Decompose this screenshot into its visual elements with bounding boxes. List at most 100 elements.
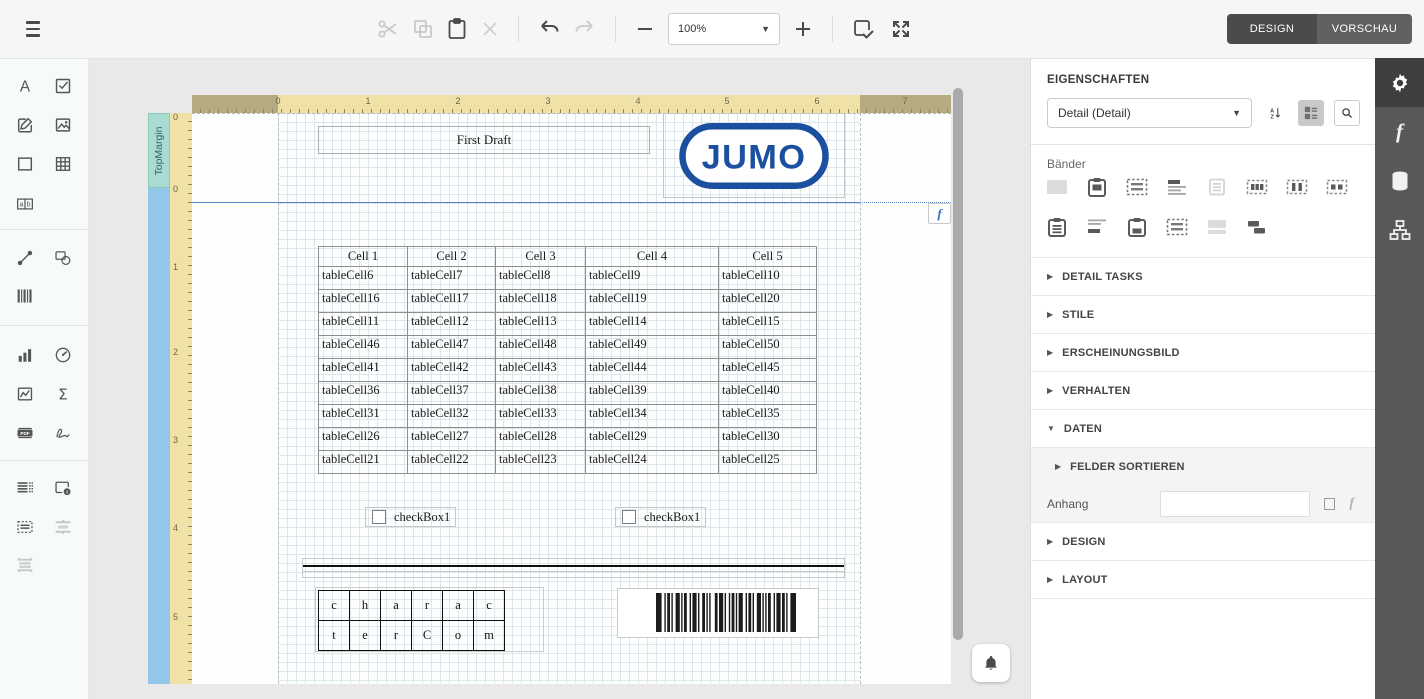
table-cell[interactable]: tableCell14 (586, 313, 719, 336)
checkbox-square-icon[interactable] (372, 510, 386, 524)
validate-report-button[interactable] (851, 17, 877, 41)
table-cell[interactable]: tableCell34 (586, 405, 719, 428)
table-cell[interactable]: tableCell25 (719, 451, 817, 474)
table-cell[interactable]: tableCell21 (319, 451, 408, 474)
band-button-empty[interactable] (1205, 216, 1229, 238)
table-cell[interactable]: tableCell13 (496, 313, 586, 336)
section-design[interactable]: ▶ DESIGN (1031, 522, 1376, 560)
table-cell[interactable]: tableCell24 (586, 451, 719, 474)
table-cell[interactable]: tableCell23 (496, 451, 586, 474)
band-button-column-footer[interactable] (1325, 176, 1349, 198)
table-cell[interactable]: tableCell49 (586, 336, 719, 359)
checkbox-element-1[interactable]: checkBox1 (365, 507, 456, 527)
table-cell[interactable]: tableCell28 (496, 428, 586, 451)
text-tool-button[interactable]: A (10, 73, 40, 99)
notifications-button[interactable] (972, 644, 1010, 682)
signature-tool-button[interactable] (48, 420, 78, 446)
band-button-footer[interactable] (1085, 216, 1109, 238)
section-detail-tasks[interactable]: ▶ DETAIL TASKS (1031, 257, 1376, 295)
functions-rail-button[interactable]: f (1375, 107, 1424, 156)
table-cell[interactable]: tableCell36 (319, 382, 408, 405)
anhang-checkbox-icon[interactable] (1324, 498, 1336, 510)
table-header-cell[interactable]: Cell 1 (319, 247, 408, 267)
section-layout[interactable]: ▶ LAYOUT (1031, 560, 1376, 599)
delete-button[interactable] (480, 19, 500, 39)
table-header-cell[interactable]: Cell 5 (719, 247, 817, 267)
band-button-report-summary[interactable] (1125, 216, 1149, 238)
top-margin-band-strip[interactable]: TopMargin (148, 113, 170, 188)
table-tool-button[interactable] (48, 151, 78, 177)
table-cell[interactable]: c (474, 591, 505, 621)
report-page[interactable]: First Draft JUMO f Cell 1Cell 2Cell 3Cel… (192, 113, 951, 684)
table-cell[interactable]: a (443, 591, 474, 621)
table-cell[interactable]: tableCell30 (719, 428, 817, 451)
character-comb-tool-button[interactable]: ab (10, 191, 40, 217)
band-button-report-title[interactable] (1045, 176, 1069, 198)
rectangle-tool-button[interactable] (10, 151, 40, 177)
logo-image-element[interactable]: JUMO (663, 113, 845, 198)
band-button-header[interactable] (1165, 176, 1189, 198)
band-separator-line[interactable] (192, 202, 860, 203)
table-cell[interactable]: tableCell7 (408, 267, 496, 290)
table-cell[interactable]: tableCell11 (319, 313, 408, 336)
character-comb-element[interactable]: characterCom (318, 590, 505, 651)
table-cell[interactable]: tableCell6 (319, 267, 408, 290)
table-header-cell[interactable]: Cell 4 (586, 247, 719, 267)
zoom-level-select[interactable]: 100% ▼ (668, 13, 780, 45)
table-cell[interactable]: m (474, 621, 505, 651)
table-cell[interactable]: o (443, 621, 474, 651)
table-cell[interactable]: tableCell31 (319, 405, 408, 428)
selected-element-dropdown[interactable]: Detail (Detail) ▼ (1047, 98, 1252, 128)
table-cell[interactable]: tableCell44 (586, 359, 719, 382)
canvas-vertical-scrollbar[interactable] (953, 88, 963, 640)
sparkline-tool-button[interactable] (10, 381, 40, 407)
category-view-button[interactable] (1298, 100, 1324, 126)
table-cell[interactable]: tableCell39 (586, 382, 719, 405)
richtext-tool-button[interactable] (10, 112, 40, 138)
table-cell[interactable]: tableCell27 (408, 428, 496, 451)
table-cell[interactable]: tableCell10 (719, 267, 817, 290)
table-cell[interactable]: tableCell12 (408, 313, 496, 336)
report-table-element[interactable]: Cell 1Cell 2Cell 3Cell 4Cell 5tableCell6… (318, 246, 817, 474)
zoom-out-button[interactable] (634, 18, 656, 40)
table-cell[interactable]: tableCell15 (719, 313, 817, 336)
table-cell[interactable]: tableCell26 (319, 428, 408, 451)
redo-button[interactable] (573, 18, 597, 40)
table-cell[interactable]: tableCell47 (408, 336, 496, 359)
checkbox-element-2[interactable]: checkBox1 (615, 507, 706, 527)
page-info-tool-button[interactable]: i (48, 475, 78, 501)
table-cell[interactable]: tableCell33 (496, 405, 586, 428)
band-button-page-header[interactable] (1085, 176, 1109, 198)
table-cell[interactable]: h (350, 591, 381, 621)
table-cell[interactable]: a (381, 591, 412, 621)
table-cell[interactable]: tableCell48 (496, 336, 586, 359)
sum-tool-button[interactable]: Σ (48, 381, 78, 407)
line-tool-button[interactable] (10, 245, 40, 271)
table-cell[interactable]: tableCell32 (408, 405, 496, 428)
section-erscheinungsbild[interactable]: ▶ ERSCHEINUNGSBILD (1031, 333, 1376, 371)
table-cell[interactable]: tableCell42 (408, 359, 496, 382)
band-button-page-footer[interactable] (1045, 216, 1069, 238)
table-cell[interactable]: tableCell40 (719, 382, 817, 405)
fullscreen-button[interactable] (889, 17, 913, 41)
table-cell[interactable]: t (319, 621, 350, 651)
shape-tool-button[interactable] (48, 245, 78, 271)
vorschau-tab[interactable]: VORSCHAU (1317, 14, 1412, 44)
anhang-input[interactable] (1160, 491, 1310, 517)
table-cell[interactable]: tableCell43 (496, 359, 586, 382)
anhang-fx-button[interactable]: f (1343, 495, 1360, 513)
table-cell[interactable]: tableCell35 (719, 405, 817, 428)
sort-alphabetical-button[interactable]: A Z (1262, 100, 1288, 126)
line-element[interactable] (302, 558, 845, 578)
table-cell[interactable]: tableCell29 (586, 428, 719, 451)
chart-tool-button[interactable] (10, 342, 40, 368)
section-verhalten[interactable]: ▶ VERHALTEN (1031, 371, 1376, 409)
cut-button[interactable] (376, 17, 400, 41)
band-button-data[interactable] (1205, 176, 1229, 198)
table-cell[interactable]: tableCell22 (408, 451, 496, 474)
image-tool-button[interactable] (48, 112, 78, 138)
table-cell[interactable]: tableCell38 (496, 382, 586, 405)
barcode-tool-button[interactable] (10, 283, 40, 309)
barcode-element[interactable] (617, 588, 819, 638)
table-cell[interactable]: tableCell16 (319, 290, 408, 313)
